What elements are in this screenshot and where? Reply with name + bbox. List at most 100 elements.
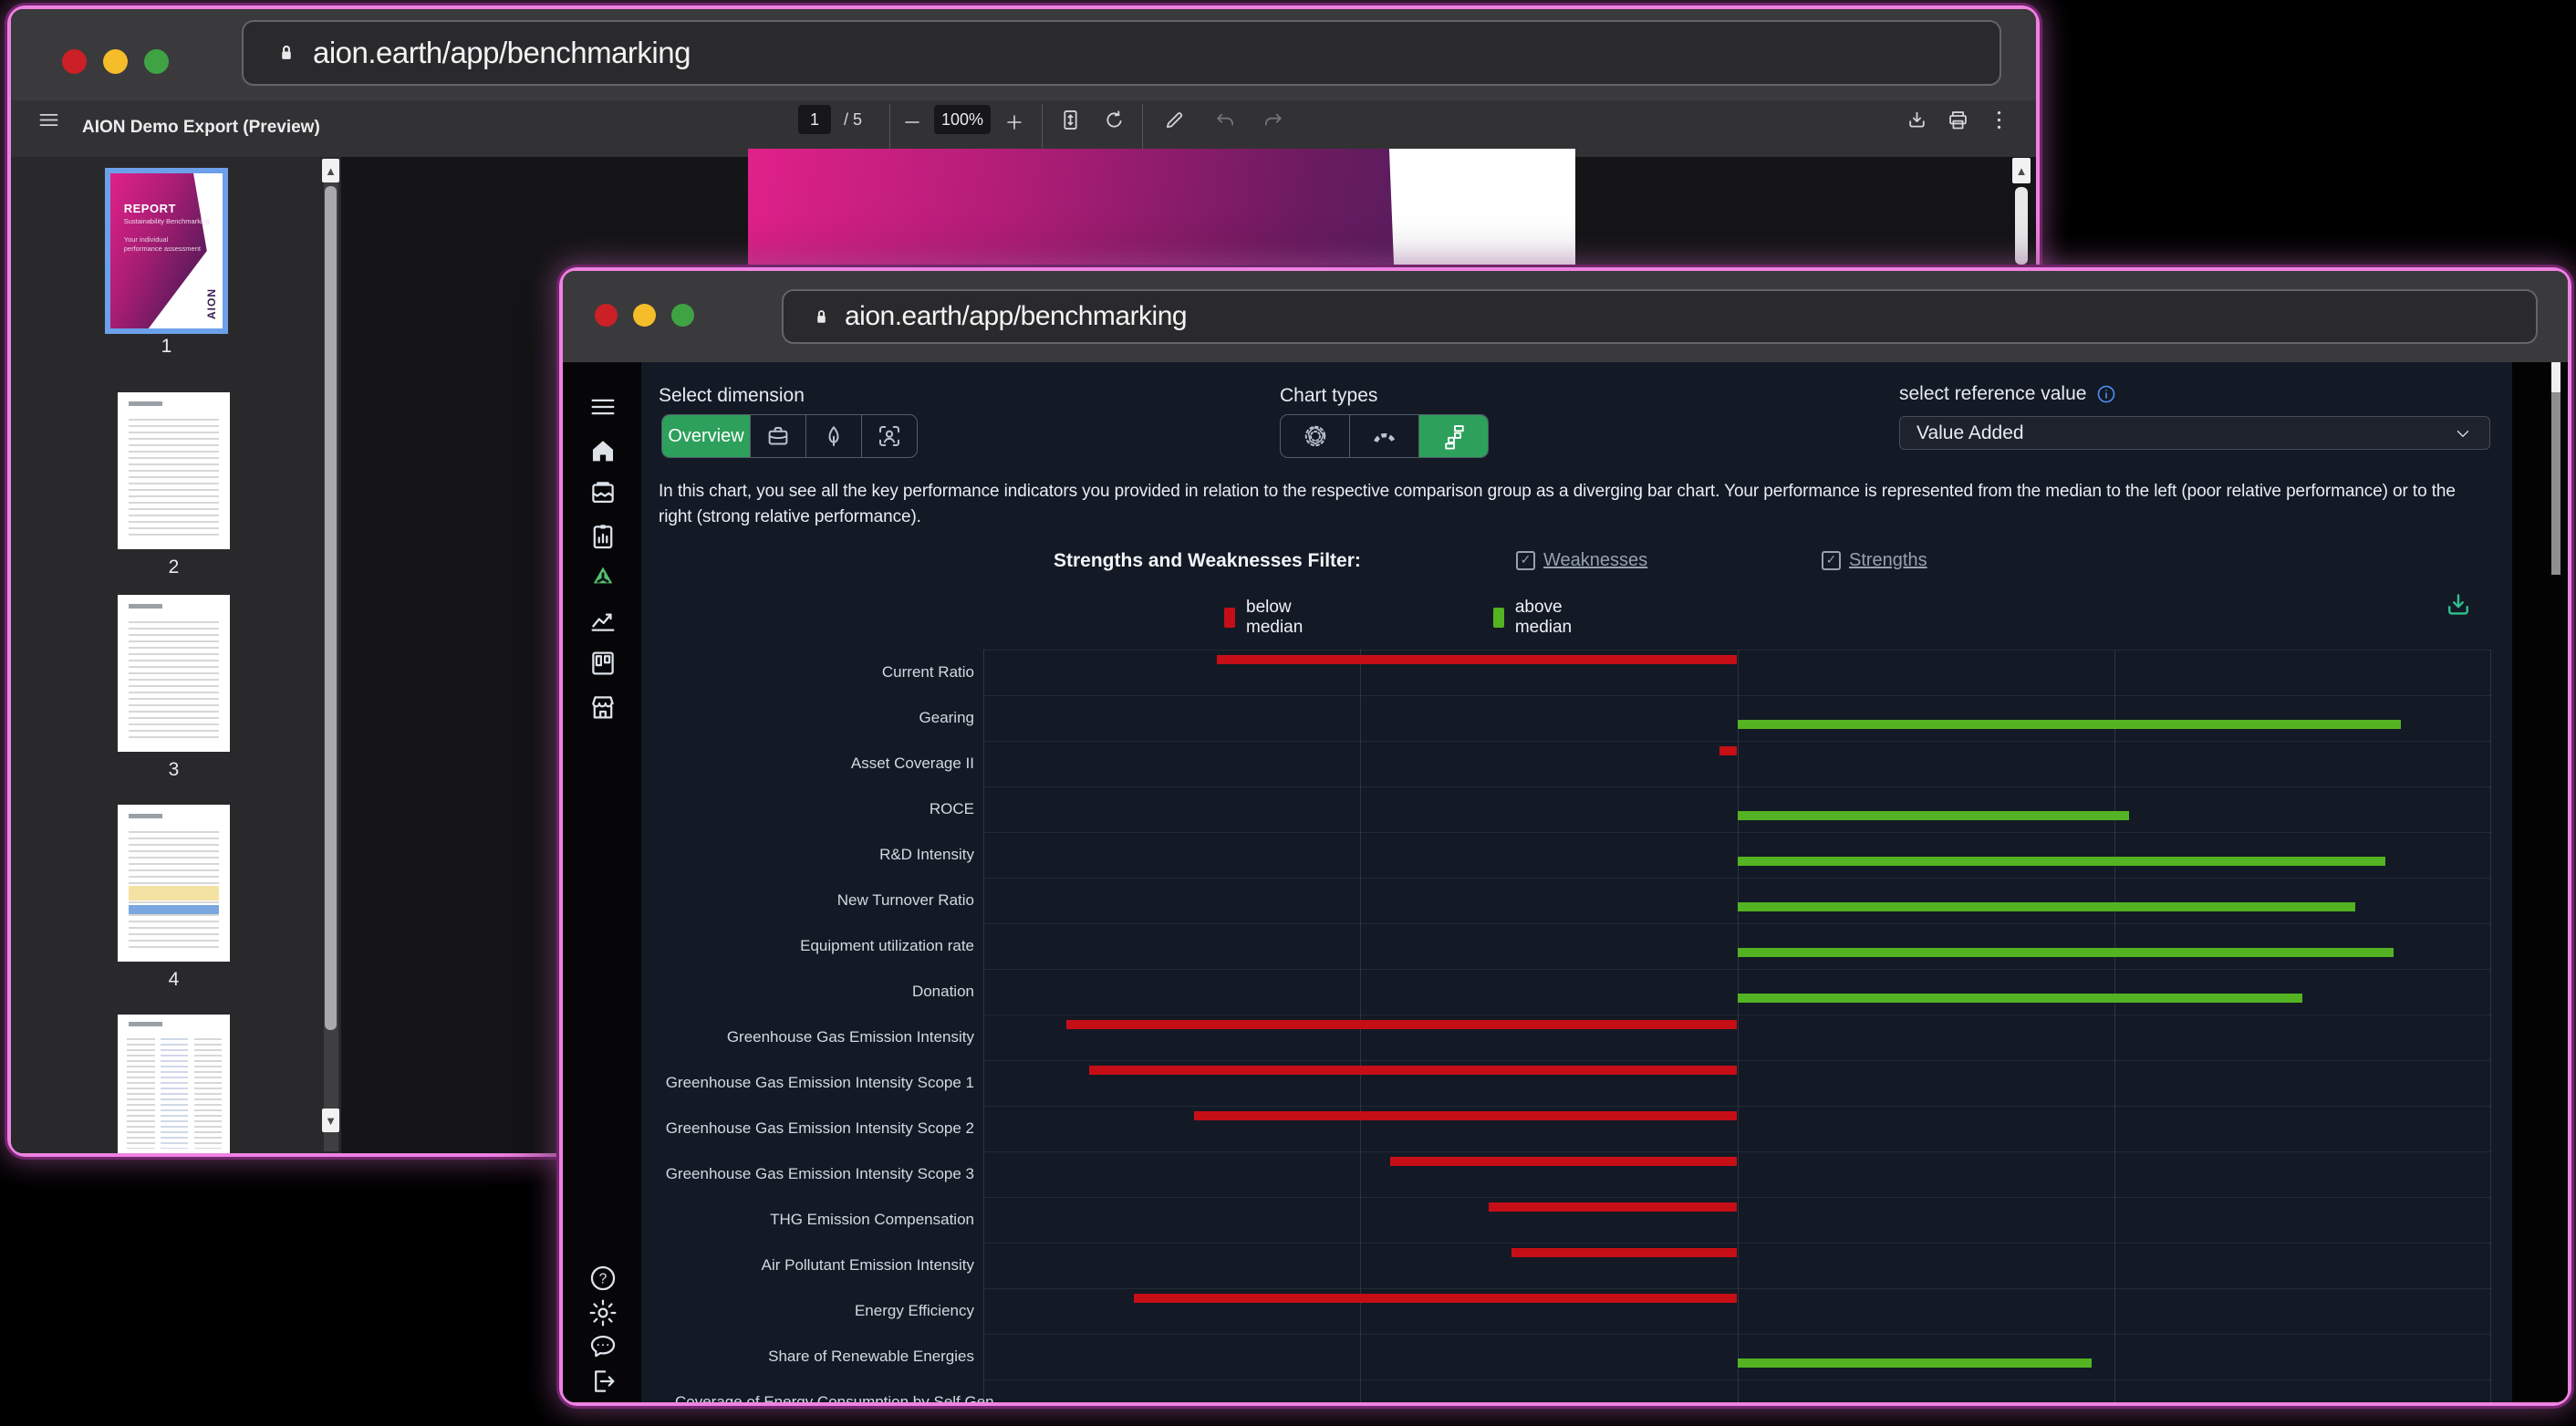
- chart-category-label: Greenhouse Gas Emission Intensity: [641, 1028, 974, 1046]
- checkbox-label: Weaknesses: [1543, 550, 1647, 571]
- chart-types-label: Chart types: [1280, 385, 1377, 407]
- checkbox-icon: ✓: [1822, 551, 1841, 570]
- pdf-thumbnail-page-2[interactable]: [118, 392, 230, 549]
- info-icon[interactable]: [2095, 383, 2117, 405]
- chart-category-label: ROCE: [641, 800, 974, 818]
- rail-scrollbar-thumb[interactable]: [325, 186, 337, 1030]
- cover-line: Your individual: [124, 235, 169, 244]
- url-text: aion.earth/app/benchmarking: [845, 301, 1187, 332]
- tab-diverging[interactable]: [1418, 415, 1488, 457]
- radar-icon: [1302, 422, 1329, 450]
- page-scrollbar-thumb[interactable]: [2551, 392, 2560, 575]
- download-button[interactable]: [1905, 108, 1929, 132]
- tab-briefcase[interactable]: [750, 415, 805, 457]
- plus-icon: [1003, 111, 1025, 133]
- legend-item: below median: [1224, 598, 1310, 638]
- tab-user-focus[interactable]: [861, 415, 917, 457]
- legend-item: above median: [1493, 598, 1579, 638]
- reference-value-select[interactable]: Value Added: [1899, 416, 2490, 450]
- pdf-thumbnail-page-3[interactable]: [118, 595, 230, 752]
- filter-title: Strengths and Weaknesses Filter:: [1054, 550, 1361, 572]
- chart-category-labels: Current RatioGearingAsset Coverage IIROC…: [641, 650, 2512, 1402]
- chart-category-label: Coverage of Energy Consumption by Self G…: [675, 1393, 994, 1402]
- tab-overview[interactable]: Overview: [662, 415, 750, 457]
- annotate-pen-button[interactable]: [1162, 108, 1187, 132]
- chart-category-label: Greenhouse Gas Emission Intensity Scope …: [641, 1119, 974, 1138]
- user-focus-icon: [876, 422, 903, 450]
- select-dimension-label: Select dimension: [659, 385, 805, 407]
- sidebar-item-settings[interactable]: [587, 1297, 618, 1328]
- rotate-button[interactable]: [1102, 108, 1127, 132]
- pdf-thumbnail-page-1[interactable]: REPORTSustainability BenchmarkingYour in…: [110, 173, 223, 328]
- dimension-tab-group: Overview: [661, 414, 918, 458]
- cover-subtitle: Sustainability Benchmarking: [124, 217, 210, 225]
- lock-icon: [809, 305, 834, 329]
- viewer-scroll-up[interactable]: ▲: [2012, 158, 2031, 183]
- redo-button[interactable]: [1261, 108, 1285, 132]
- undo-button[interactable]: [1213, 108, 1238, 132]
- chart-category-label: Asset Coverage II: [641, 755, 974, 773]
- zoom-level[interactable]: 100%: [934, 105, 991, 134]
- maximize-button[interactable]: [671, 304, 694, 327]
- redo-icon: [1261, 108, 1285, 132]
- pdf-thumbnail-page-5[interactable]: [118, 1015, 230, 1153]
- minus-icon: [901, 111, 923, 133]
- lock-icon: [809, 305, 834, 329]
- chart-category-label: Greenhouse Gas Emission Intensity Scope …: [641, 1074, 974, 1092]
- chevron-down-icon: [2453, 423, 2473, 443]
- svg-text:?: ?: [599, 1272, 608, 1287]
- chart-category-label: Greenhouse Gas Emission Intensity Scope …: [641, 1165, 974, 1183]
- viewer-scrollbar-thumb[interactable]: [2015, 187, 2028, 265]
- scroll-down-arrow[interactable]: ▼: [322, 1109, 339, 1132]
- settings-icon: [587, 1297, 618, 1328]
- fit-page-icon: [1058, 108, 1083, 132]
- brand-logo: AION: [205, 288, 218, 319]
- gauge-icon: [1371, 422, 1398, 450]
- thumbnail-page-number: 4: [118, 969, 230, 991]
- sidebar-item-feedback[interactable]: [587, 1331, 618, 1362]
- chart-description: In this chart, you see all the key perfo…: [659, 479, 2492, 530]
- page-number-input[interactable]: 1: [798, 105, 831, 134]
- legend-label: above median: [1515, 598, 1580, 638]
- address-bar[interactable]: aion.earth/app/benchmarking: [242, 20, 2001, 86]
- scroll-up-arrow[interactable]: ▲: [322, 159, 339, 182]
- chart-category-label: Donation: [641, 983, 974, 1001]
- thumbnail-page-number: 1: [110, 336, 223, 358]
- reference-value: Value Added: [1916, 422, 2024, 444]
- thumbnail-page-number: 2: [118, 557, 230, 578]
- chart-category-label: Equipment utilization rate: [641, 937, 974, 955]
- checkbox-label: Strengths: [1849, 550, 1927, 571]
- page-scrollbar-thumb-top[interactable]: [2551, 362, 2560, 392]
- sidebar-bottom-items: ?: [563, 271, 641, 1402]
- chart-category-label: Share of Renewable Energies: [641, 1348, 974, 1366]
- zoom-in-button[interactable]: [1003, 111, 1025, 133]
- tab-gauge[interactable]: [1349, 415, 1418, 457]
- tab-radar[interactable]: [1281, 415, 1349, 457]
- address-bar[interactable]: aion.earth/app/benchmarking: [782, 289, 2538, 344]
- help-icon: ?: [587, 1263, 618, 1294]
- url-text: aion.earth/app/benchmarking: [313, 36, 691, 70]
- chart-category-label: Energy Efficiency: [641, 1302, 974, 1320]
- filter-checkbox-weaknesses[interactable]: ✓ Weaknesses: [1516, 550, 1647, 571]
- chart-category-label: Gearing: [641, 709, 974, 727]
- chart-download-button[interactable]: [2442, 588, 2475, 621]
- rotate-icon: [1102, 108, 1127, 132]
- thumbnail-page-number: 3: [118, 759, 230, 781]
- checkbox-icon: ✓: [1516, 551, 1535, 570]
- tab-tree[interactable]: [805, 415, 861, 457]
- sidebar-item-logout[interactable]: [587, 1366, 618, 1397]
- overflow-menu-button[interactable]: [1987, 108, 2011, 132]
- legend-label: below median: [1246, 598, 1310, 638]
- reference-label: select reference value: [1899, 383, 2086, 405]
- sidebar-item-help[interactable]: ?: [587, 1263, 618, 1294]
- pdf-thumbnail-page-4[interactable]: [118, 805, 230, 962]
- zoom-out-button[interactable]: [901, 111, 923, 133]
- download-icon: [2442, 588, 2475, 621]
- toolbar-divider: [889, 104, 890, 153]
- filter-checkbox-strengths[interactable]: ✓ Strengths: [1822, 550, 1927, 571]
- download-icon: [1905, 108, 1929, 132]
- print-button[interactable]: [1946, 108, 1970, 132]
- logout-icon: [587, 1366, 618, 1397]
- chart-category-label: New Turnover Ratio: [641, 891, 974, 910]
- fit-page-button[interactable]: [1058, 108, 1083, 132]
